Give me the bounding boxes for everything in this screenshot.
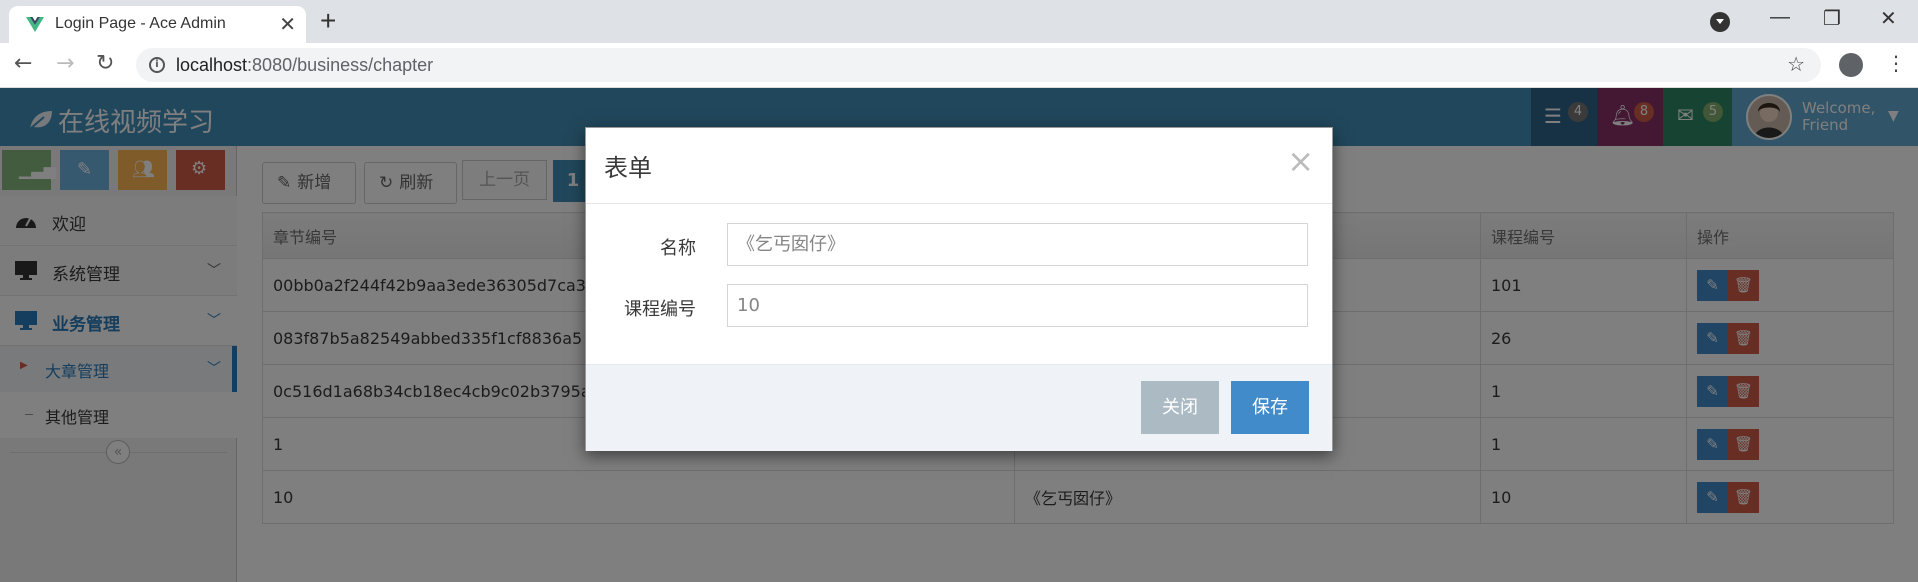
- browser-profile-icon[interactable]: [1839, 53, 1863, 77]
- modal-header: 表单 ×: [586, 128, 1332, 204]
- modal-footer: 关闭 保存: [586, 364, 1332, 451]
- browser-menu-icon[interactable]: ⋮: [1886, 51, 1906, 75]
- tab-title: Login Page - Ace Admin: [55, 15, 226, 32]
- browser-tab[interactable]: Login Page - Ace Admin ✕: [9, 6, 306, 43]
- back-icon[interactable]: ←: [14, 51, 32, 76]
- tab-search-icon[interactable]: [1710, 12, 1730, 32]
- window-close-icon[interactable]: ✕: [1880, 6, 1897, 31]
- minimize-icon[interactable]: —: [1770, 6, 1790, 29]
- site-info-icon[interactable]: i: [149, 57, 165, 73]
- bookmark-star-icon[interactable]: ☆: [1787, 52, 1805, 76]
- browser-tab-bar: Login Page - Ace Admin ✕ + — ❐ ✕: [0, 0, 1918, 43]
- form-modal: 表单 × 名称 《乞丐囡仔》 课程编号 10 关闭 保存: [585, 127, 1333, 451]
- save-button[interactable]: 保存: [1231, 381, 1309, 434]
- close-button[interactable]: 关闭: [1141, 381, 1219, 434]
- address-bar: ← → ↻ i localhost:8080/business/chapter …: [0, 43, 1918, 88]
- new-tab-button[interactable]: +: [320, 6, 336, 36]
- modal-title: 表单: [604, 154, 652, 182]
- close-icon[interactable]: ×: [1287, 144, 1314, 178]
- tab-close-icon[interactable]: ✕: [279, 12, 296, 36]
- forward-icon[interactable]: →: [56, 51, 74, 76]
- course-id-field[interactable]: 10: [727, 284, 1308, 327]
- restore-icon[interactable]: ❐: [1823, 6, 1841, 31]
- name-field[interactable]: 《乞丐囡仔》: [727, 223, 1308, 266]
- url-host: localhost: [176, 55, 248, 75]
- url-input[interactable]: i localhost:8080/business/chapter ☆: [136, 48, 1821, 82]
- name-label: 名称: [660, 238, 696, 259]
- vue-logo-icon: [26, 17, 44, 32]
- url-path: :8080/business/chapter: [247, 55, 434, 75]
- reload-icon[interactable]: ↻: [96, 51, 114, 76]
- course-id-label: 课程编号: [624, 299, 696, 320]
